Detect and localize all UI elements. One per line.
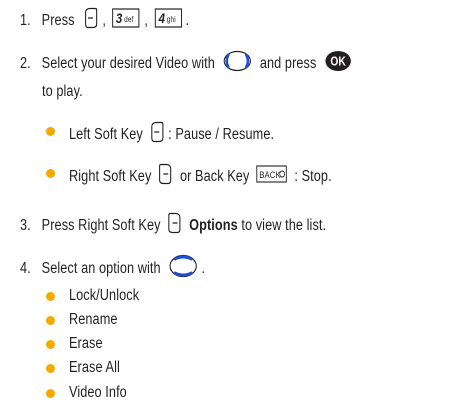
step-end: . <box>201 260 206 277</box>
key-4-ghi-icon: 4 ghi <box>154 8 182 34</box>
svg-text:OK: OK <box>330 56 346 69</box>
key-3-def-icon: 3 def <box>112 8 140 34</box>
step-text: Select an option with <box>41 260 161 277</box>
bullet-dot <box>46 340 55 349</box>
option-label: Erase All <box>69 359 120 376</box>
ok-key-icon: OK <box>324 50 352 78</box>
right-soft-key-icon <box>167 212 182 240</box>
bullet-text: : Stop. <box>294 168 332 185</box>
step-1: 1. Press , 3 def , 4 ghi . <box>20 7 189 35</box>
step-end: . <box>185 12 190 29</box>
bullet-dot <box>46 169 55 178</box>
nav-key-icon <box>168 254 198 284</box>
step-number: 3. <box>20 217 31 234</box>
step-4: 4. Select an option with . <box>20 254 205 284</box>
svg-text:ghi: ghi <box>166 14 175 24</box>
step-text: to play. <box>42 83 83 100</box>
bullet-text: : Pause / Resume. <box>168 126 275 143</box>
option-label: Rename <box>69 311 118 328</box>
step-number: 1. <box>20 12 31 29</box>
option-item: Rename <box>69 310 118 330</box>
step-text: to view the list. <box>241 217 327 234</box>
option-item: Video Info <box>69 383 127 403</box>
step-2-continued: to play. <box>42 82 83 102</box>
nav-key-icon <box>223 50 253 78</box>
bullet-dot <box>46 127 55 136</box>
svg-text:4: 4 <box>157 10 164 26</box>
bullet-text: Right Soft Key <box>69 168 152 185</box>
svg-text:BACK: BACK <box>260 169 282 180</box>
step-number: 2. <box>20 55 31 72</box>
svg-text:def: def <box>124 14 134 24</box>
option-label: Video Info <box>69 384 127 401</box>
bullet-text: or Back Key <box>179 168 250 185</box>
step-number: 4. <box>20 260 31 277</box>
bullet-text: Left Soft Key <box>69 126 143 143</box>
separator: , <box>102 12 106 29</box>
option-item: Erase All <box>69 358 120 378</box>
bullet-dot <box>46 389 55 398</box>
left-soft-key-icon <box>150 121 165 149</box>
sub-bullet-1: Left Soft Key : Pause / Resume. <box>69 121 274 149</box>
step-3: 3. Press Right Soft Key Options to view … <box>20 212 326 240</box>
option-item: Erase <box>69 334 103 354</box>
step-text: Press Right Soft Key <box>41 217 161 234</box>
left-soft-key-icon <box>83 7 98 35</box>
option-label: Lock/Unlock <box>69 287 140 304</box>
sub-bullet-2: Right Soft Key or Back Key BACK : Stop. <box>69 163 332 191</box>
separator: , <box>144 12 148 29</box>
svg-text:3: 3 <box>116 10 122 26</box>
step-text: Select your desired Video with <box>41 55 215 72</box>
back-key-icon: BACK <box>256 165 288 189</box>
options-label: Options <box>189 217 238 234</box>
bullet-dot <box>46 364 55 373</box>
bullet-dot <box>46 292 55 301</box>
bullet-dot <box>46 316 55 325</box>
right-soft-key-icon <box>158 163 173 191</box>
step-text: and press <box>259 55 317 72</box>
step-text: Press <box>41 12 75 29</box>
step-2: 2. Select your desired Video with and pr… <box>20 50 352 78</box>
option-item: Lock/Unlock <box>69 286 139 306</box>
option-label: Erase <box>69 335 103 352</box>
